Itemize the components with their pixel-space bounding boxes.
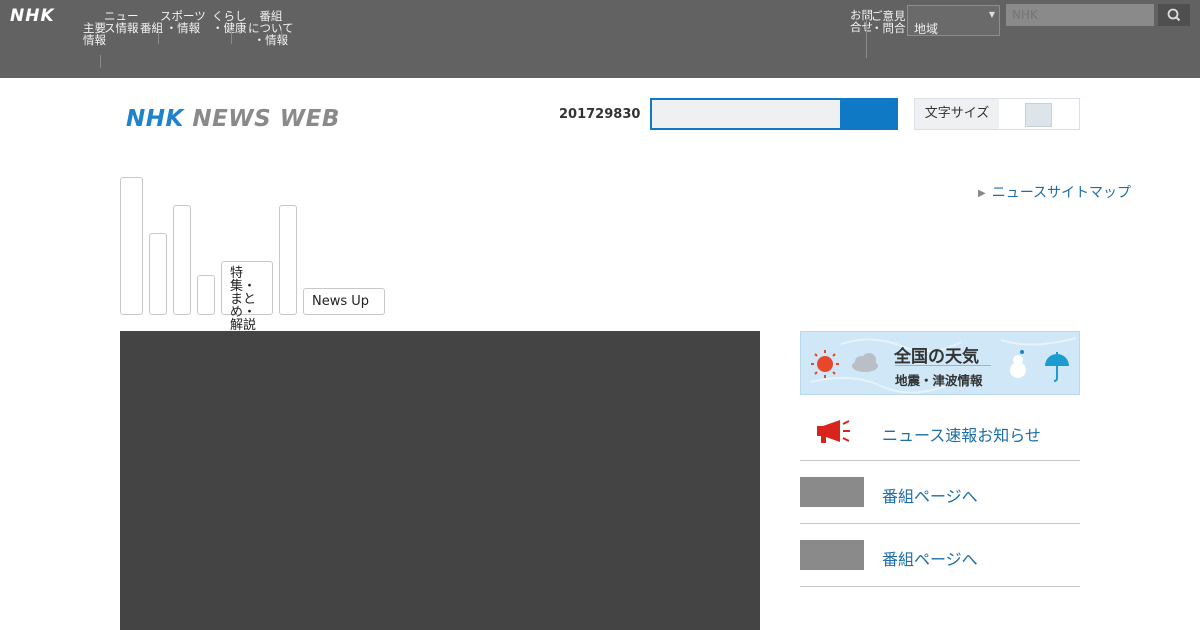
side-link-label: 番組ページへ	[882, 487, 978, 506]
sitemap-link[interactable]: ▶ ニュースサイトマップ	[978, 182, 1131, 202]
text-size-toggle[interactable]: 文字サイズ	[914, 98, 1080, 130]
side-link-label: ニュース速報お知らせ	[882, 426, 1041, 445]
news-web-logo[interactable]: NHK NEWS WEB	[126, 106, 340, 132]
sitemap-link-label: ニュースサイトマップ	[991, 185, 1132, 201]
region-select[interactable]: 地域 ▼	[907, 5, 1000, 36]
side-link-label: 番組ページへ	[882, 550, 978, 569]
nhk-logo[interactable]: NHK	[10, 6, 55, 26]
umbrella-icon	[1045, 352, 1069, 382]
global-search-button[interactable]	[1158, 4, 1190, 26]
weather-subtitle: 地震・津波情報	[895, 373, 983, 388]
divider	[158, 30, 159, 44]
sun-icon	[811, 350, 839, 378]
global-nav-item-right[interactable]: お問 合せ	[850, 9, 873, 33]
category-tab-features[interactable]: 特集・まとめ・解説	[221, 261, 273, 332]
category-tab[interactable]	[279, 205, 297, 315]
snowman-icon	[1010, 350, 1026, 378]
tab-label: 特集・まとめ・解説	[230, 266, 257, 333]
current-date: 201729830	[559, 107, 641, 122]
category-tab[interactable]	[197, 275, 215, 315]
video-player[interactable]	[120, 331, 760, 630]
side-link-program[interactable]: 番組ページへ	[800, 524, 1080, 587]
global-nav-item[interactable]: 番組 について ・情報	[248, 10, 294, 46]
logo-newsweb-text: NEWS WEB	[192, 106, 340, 132]
news-search-button[interactable]	[840, 98, 898, 130]
weather-title: 全国の天気	[894, 347, 979, 367]
divider	[866, 10, 867, 58]
program-thumbnail	[800, 477, 864, 507]
category-tab[interactable]	[173, 205, 191, 315]
divider	[281, 30, 282, 44]
category-tab[interactable]	[120, 177, 143, 315]
global-nav-item[interactable]: くらし ・健康	[212, 10, 247, 34]
weather-banner[interactable]: 全国の天気 地震・津波情報	[800, 331, 1080, 395]
global-search-input[interactable]	[1006, 4, 1154, 26]
text-size-label: 文字サイズ	[915, 99, 999, 129]
global-nav-item-right[interactable]: ご意見 ・問合	[871, 10, 906, 34]
tab-label: News Up	[312, 294, 370, 309]
toggle-knob[interactable]	[1025, 103, 1052, 127]
logo-nhk-text: NHK	[126, 106, 184, 132]
category-tab-news-up[interactable]: News Up	[303, 288, 385, 315]
category-tab[interactable]	[149, 233, 167, 315]
megaphone-icon	[817, 420, 850, 443]
global-nav-item[interactable]: スポーツ ・情報	[160, 10, 206, 34]
search-icon	[1167, 8, 1181, 22]
cloud-icon	[852, 353, 878, 372]
global-header: NHK 主要 情報 ニュー ス情報 番組 スポーツ ・情報 くらし ・健康 番組 について…	[0, 0, 1200, 78]
divider	[231, 30, 232, 44]
news-search-input[interactable]	[650, 98, 842, 130]
divider	[895, 365, 991, 366]
triangle-right-icon: ▶	[978, 188, 986, 199]
global-nav-item[interactable]: ニュー ス情報	[104, 10, 139, 34]
side-link-program[interactable]: 番組ページへ	[800, 461, 1080, 524]
side-link-breaking-news[interactable]: ニュース速報お知らせ	[800, 400, 1080, 461]
program-thumbnail	[800, 540, 864, 570]
divider	[100, 55, 101, 68]
global-nav-item[interactable]: 主要 情報	[83, 22, 106, 46]
chevron-down-icon: ▼	[988, 10, 995, 19]
region-select-value: 地域	[914, 22, 939, 36]
